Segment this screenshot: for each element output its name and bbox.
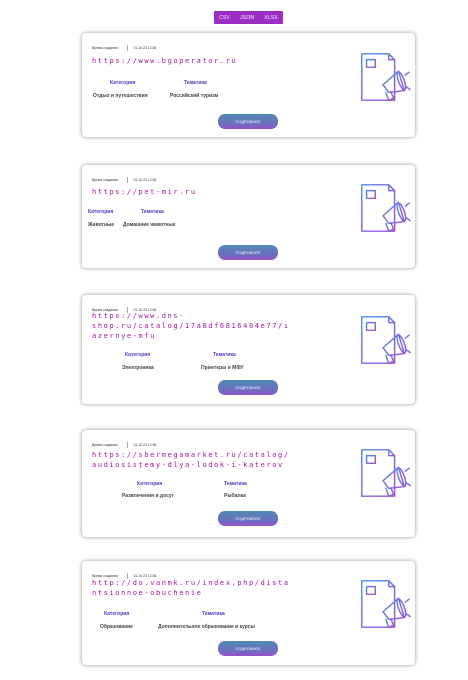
topic-label: Тематика (224, 481, 247, 487)
details-button[interactable]: ПОДРОБНЕЕ (218, 245, 278, 260)
category-value: Отдых и путешествия (93, 93, 148, 99)
export-xlsx-button[interactable]: XLSX (264, 15, 278, 21)
topic-label: Тематика (213, 352, 236, 358)
result-card: Время создания 01.10.23 12:38 https://ww… (82, 295, 415, 404)
details-button[interactable]: ПОДРОБНЕЕ (218, 641, 278, 656)
category-value: Образование (100, 624, 133, 630)
site-url-link[interactable]: https://www.bgoperator.ru (92, 56, 237, 66)
topic-value: Рыбалка (224, 493, 246, 499)
category-value: Животные (88, 222, 115, 228)
created-label: Время создания (92, 178, 118, 182)
site-url-link[interactable]: https://sbermegamarket.ru/catalog/ audio… (92, 450, 290, 470)
card-meta: Время создания 01.10.23 12:38 (92, 177, 156, 183)
export-csv-button[interactable]: CSV (219, 15, 230, 21)
details-button[interactable]: ПОДРОБНЕЕ (218, 380, 278, 395)
site-url-link[interactable]: http://do.vanmk.ru/index.php/dista ntsio… (92, 578, 290, 598)
category-value: Развлечения и досуг (122, 493, 174, 499)
topic-label: Тематика (184, 80, 207, 86)
document-megaphone-icon (361, 316, 412, 364)
details-button[interactable]: ПОДРОБНЕЕ (218, 511, 278, 526)
category-value: Электроника (122, 365, 154, 371)
topic-label: Тематика (202, 611, 225, 617)
topic-value: Дополнительное образование и курсы (158, 624, 255, 630)
category-label: Категория (88, 209, 114, 215)
export-json-button[interactable]: JSON (240, 15, 254, 21)
result-card: Время создания 01.10.23 12:38 https://ww… (82, 33, 415, 137)
result-card: Время создания 01.10.23 12:38 https://pe… (82, 165, 415, 268)
result-card: Время создания 01.10.23 12:38 https://sb… (82, 430, 415, 537)
created-date: 01.10.23 12:38 (133, 443, 157, 447)
category-label: Категория (104, 611, 130, 617)
created-label: Время создания (92, 46, 118, 50)
document-megaphone-icon (361, 580, 412, 628)
category-label: Категория (110, 80, 136, 86)
category-label: Категория (125, 352, 151, 358)
details-button[interactable]: ПОДРОБНЕЕ (218, 114, 278, 129)
created-label: Время создания (92, 443, 118, 447)
topic-value: Принтеры и МФУ (201, 365, 244, 371)
document-megaphone-icon (361, 449, 412, 497)
site-url-link[interactable]: https://www.dns- shop.ru/catalog/17a8df6… (92, 311, 290, 341)
document-megaphone-icon (361, 184, 412, 232)
document-megaphone-icon (361, 53, 412, 101)
topic-value: Домашние животные (123, 222, 176, 228)
card-meta: Время создания 01.10.23 12:38 (92, 45, 156, 51)
site-url-link[interactable]: https://pet-mir.ru (92, 187, 197, 197)
created-date: 01.10.23 12:38 (133, 178, 157, 182)
topic-label: Тематика (141, 209, 164, 215)
export-toolbar: CSV JSON XLSX (214, 11, 283, 24)
result-card: Время создания 01.10.23 12:38 http://do.… (82, 561, 415, 665)
card-meta: Время создания 01.10.23 12:38 (92, 442, 156, 448)
topic-value: Российский туризм (170, 93, 219, 99)
category-label: Категория (137, 481, 163, 487)
created-date: 01.10.23 12:38 (133, 46, 157, 50)
